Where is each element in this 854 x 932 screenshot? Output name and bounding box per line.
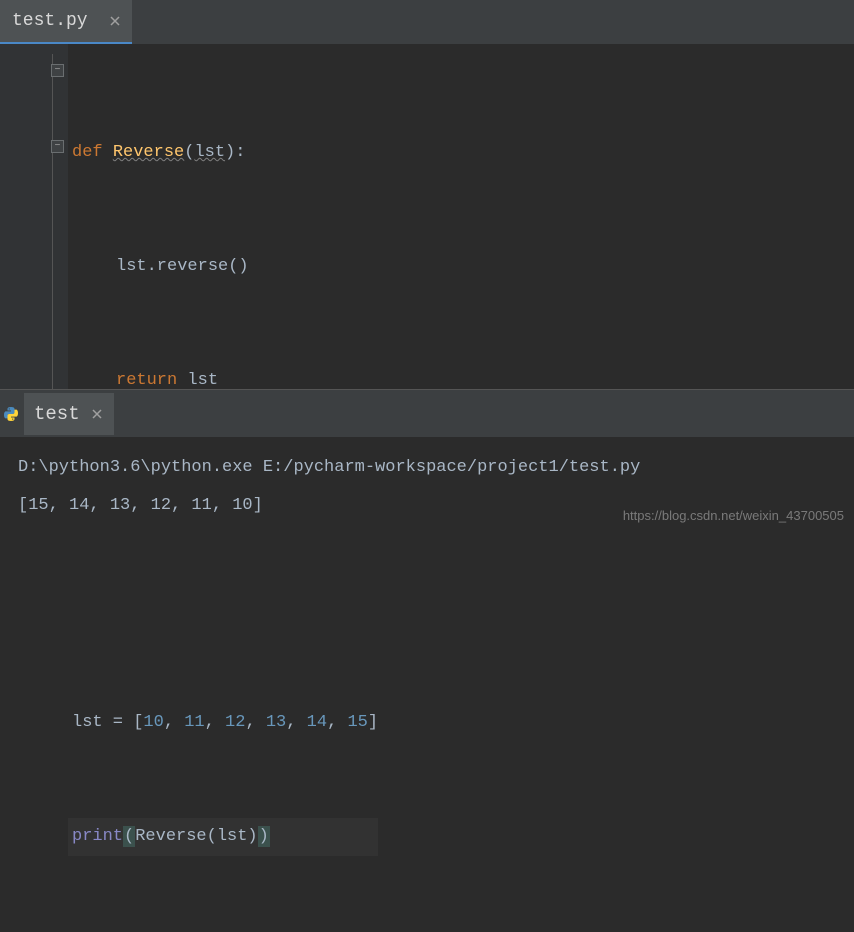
command-line: D:\python3.6\python.exe E:/pycharm-works… [18, 449, 836, 487]
code-line: lst = [10, 11, 12, 13, 14, 15] [68, 704, 378, 742]
code-editor[interactable]: − − def Reverse(lst): lst.reverse() retu… [0, 44, 854, 389]
editor-tab-bar: test.py [0, 0, 854, 44]
code-line: print(Reverse(lst)) [68, 818, 378, 856]
run-config-name: test [34, 403, 80, 425]
close-icon[interactable] [108, 14, 122, 28]
python-icon [4, 407, 18, 421]
tab-filename: test.py [12, 11, 88, 31]
run-tab[interactable]: test [24, 393, 114, 435]
watermark: https://blog.csdn.net/weixin_43700505 [623, 508, 844, 523]
editor-tab[interactable]: test.py [0, 0, 132, 44]
code-line: lst.reverse() [68, 248, 378, 286]
code-area[interactable]: def Reverse(lst): lst.reverse() return l… [68, 44, 378, 389]
fold-icon[interactable]: − [51, 140, 64, 153]
code-line: def Reverse(lst): [68, 134, 378, 172]
code-line: return lst [68, 362, 378, 400]
fold-icon[interactable]: − [51, 64, 64, 77]
editor-gutter: − − [0, 44, 68, 389]
code-line [68, 590, 378, 628]
close-icon[interactable] [90, 407, 104, 421]
